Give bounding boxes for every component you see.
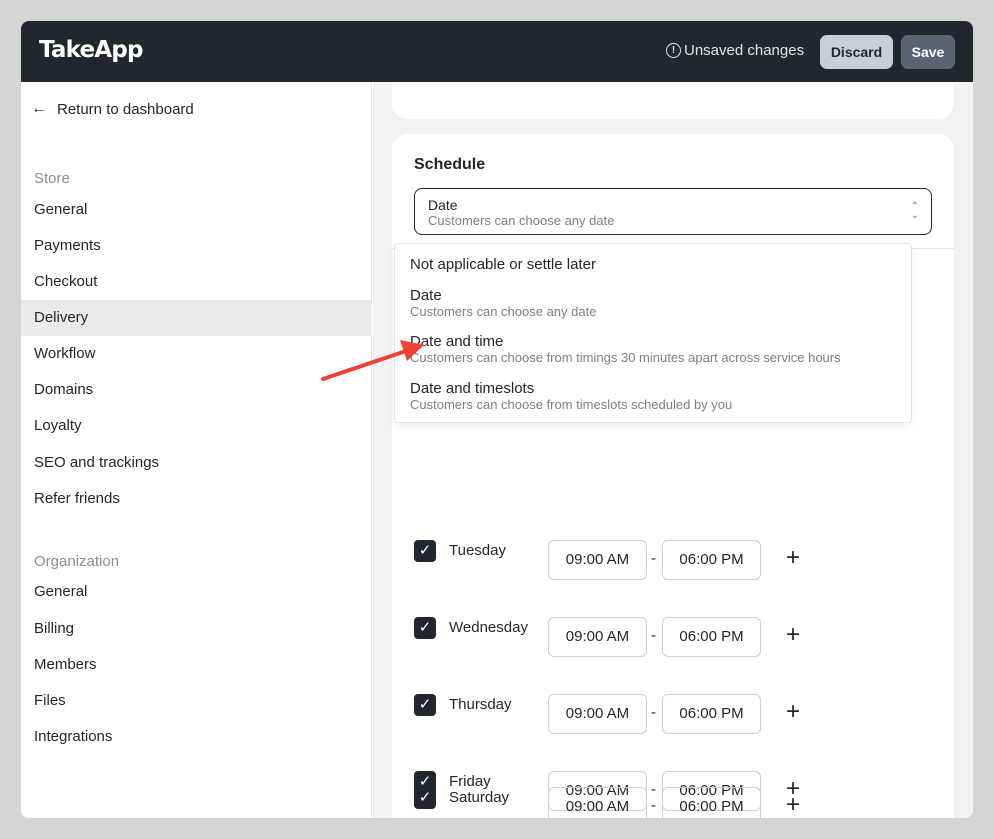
time-separator: - bbox=[651, 797, 656, 814]
schedule-dropdown-menu: Not applicable or settle later Date Cust… bbox=[394, 243, 912, 423]
start-time-input[interactable]: 09:00 AM bbox=[548, 787, 647, 818]
end-time-input[interactable]: 06:00 PM bbox=[662, 617, 761, 657]
schedule-card: Schedule Date Customers can choose any d… bbox=[392, 134, 954, 818]
add-timeslot-button[interactable]: + bbox=[786, 544, 800, 572]
sidebar-item-general[interactable]: General bbox=[21, 192, 372, 228]
time-separator: - bbox=[651, 704, 656, 721]
alert-icon: ! bbox=[666, 43, 681, 58]
return-to-dashboard-link[interactable]: ← Return to dashboard bbox=[31, 100, 194, 118]
sidebar-item-seo[interactable]: SEO and trackings bbox=[21, 445, 372, 481]
option-description: Customers can choose any date bbox=[410, 304, 597, 319]
store-section-label: Store bbox=[34, 170, 70, 187]
option-label: Date and timeslots bbox=[410, 380, 535, 397]
start-time-input[interactable]: 09:00 AM bbox=[548, 540, 647, 580]
option-label: Not applicable or settle later bbox=[410, 256, 596, 273]
sidebar-item-payments[interactable]: Payments bbox=[21, 228, 372, 264]
organization-section-label: Organization bbox=[34, 553, 120, 570]
sidebar-item-files[interactable]: Files bbox=[21, 683, 372, 719]
day-row-tuesday: ✓ Tuesday 09:00 AM - 06:00 PM + bbox=[414, 540, 934, 580]
add-timeslot-button[interactable]: + bbox=[786, 698, 800, 726]
option-date-and-timeslots[interactable]: Date and timeslots Customers can choose … bbox=[410, 380, 732, 413]
schedule-select[interactable]: Date Customers can choose any date ⌃ ⌄ bbox=[414, 188, 932, 235]
sidebar-item-billing[interactable]: Billing bbox=[21, 611, 372, 647]
sidebar-item-refer-friends[interactable]: Refer friends bbox=[21, 481, 372, 517]
time-separator: - bbox=[651, 627, 656, 644]
sidebar-item-members[interactable]: Members bbox=[21, 647, 372, 683]
day-label: Tuesday bbox=[449, 542, 506, 559]
top-bar: TakeApp ! Unsaved changes Discard Save bbox=[21, 21, 973, 82]
wednesday-checkbox[interactable]: ✓ bbox=[414, 617, 436, 639]
option-date[interactable]: Date Customers can choose any date bbox=[410, 287, 596, 320]
option-description: Customers can choose from timings 30 min… bbox=[410, 350, 841, 365]
day-row-thursday: ✓ Thursday 09:00 AM - 06:00 PM + bbox=[414, 694, 934, 734]
add-timeslot-button[interactable]: + bbox=[786, 621, 800, 649]
tuesday-checkbox[interactable]: ✓ bbox=[414, 540, 436, 562]
option-label: Date bbox=[410, 287, 442, 304]
annotation-arrow-icon bbox=[321, 340, 424, 381]
sidebar-item-checkout[interactable]: Checkout bbox=[21, 264, 372, 300]
sidebar-item-org-general[interactable]: General bbox=[21, 574, 372, 610]
previous-card bbox=[392, 82, 954, 119]
discard-button[interactable]: Discard bbox=[820, 35, 893, 69]
time-separator: - bbox=[651, 550, 656, 567]
sidebar: ← Return to dashboard Store General Paym… bbox=[21, 82, 372, 818]
start-time-input[interactable]: 09:00 AM bbox=[548, 617, 647, 657]
start-time-input[interactable]: 09:00 AM bbox=[548, 694, 647, 734]
save-button[interactable]: Save bbox=[901, 35, 955, 69]
day-label: Saturday bbox=[449, 789, 510, 806]
sidebar-item-delivery[interactable]: Delivery bbox=[21, 300, 372, 336]
option-label: Date and time bbox=[410, 333, 504, 350]
saturday-checkbox[interactable]: ✓ bbox=[414, 787, 436, 809]
day-row-saturday: ✓ Saturday 09:00 AM - 06:00 PM + bbox=[414, 787, 934, 818]
day-row-wednesday: ✓ Wednesday 09:00 AM - 06:00 PM + bbox=[414, 617, 934, 657]
option-description: Customers can choose from timeslots sche… bbox=[410, 397, 733, 412]
chevron-up-down-icon: ⌃ ⌄ bbox=[910, 201, 919, 221]
add-timeslot-button[interactable]: + bbox=[786, 791, 800, 818]
end-time-input[interactable]: 06:00 PM bbox=[662, 787, 761, 818]
app-logo: TakeApp bbox=[39, 37, 143, 63]
end-time-input[interactable]: 06:00 PM bbox=[662, 694, 761, 734]
arrow-left-icon: ← bbox=[31, 100, 47, 117]
sidebar-item-integrations[interactable]: Integrations bbox=[21, 719, 372, 755]
unsaved-indicator: ! Unsaved changes bbox=[666, 42, 804, 59]
schedule-select-description: Customers can choose any date bbox=[428, 213, 615, 228]
option-date-and-time[interactable]: Date and time Customers can choose from … bbox=[410, 333, 841, 366]
schedule-select-value: Date bbox=[428, 197, 458, 213]
day-label: Wednesday bbox=[449, 619, 528, 636]
sidebar-item-loyalty[interactable]: Loyalty bbox=[21, 408, 372, 444]
day-label: Thursday bbox=[449, 696, 512, 713]
option-not-applicable[interactable]: Not applicable or settle later bbox=[410, 256, 596, 273]
unsaved-label: Unsaved changes bbox=[684, 42, 805, 59]
end-time-input[interactable]: 06:00 PM bbox=[662, 540, 761, 580]
schedule-title: Schedule bbox=[414, 156, 486, 173]
thursday-checkbox[interactable]: ✓ bbox=[414, 694, 436, 716]
main-content: Schedule Date Customers can choose any d… bbox=[373, 82, 973, 818]
return-label: Return to dashboard bbox=[57, 100, 194, 118]
